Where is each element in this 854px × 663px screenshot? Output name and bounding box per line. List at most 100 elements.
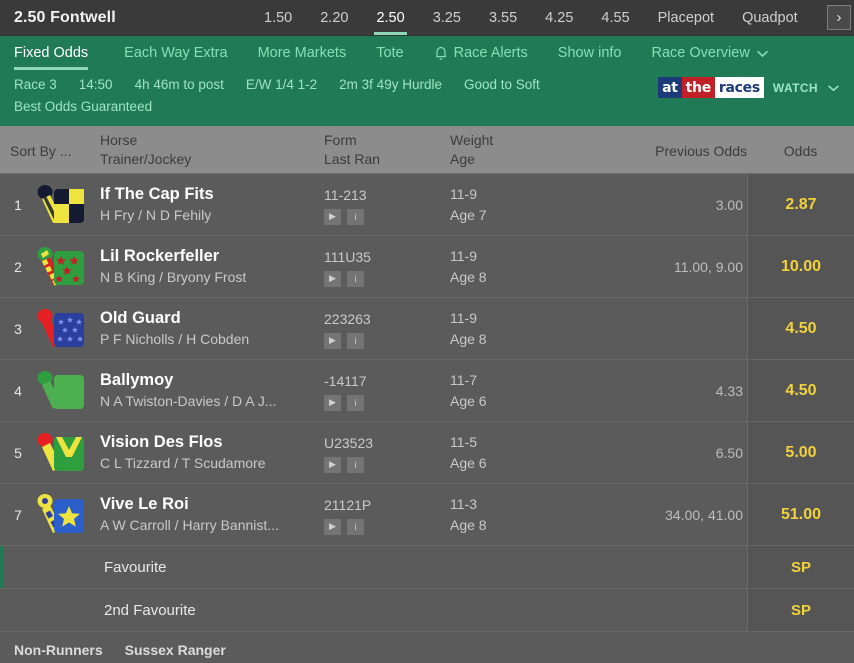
table-row[interactable]: 5 Vision Des Flos C L Tizzard / T Scudam… [0,422,854,484]
form-string: 111U35 [324,248,371,265]
horse-name[interactable]: Old Guard [100,308,324,329]
silk-icon [36,174,100,235]
nav-label-fixed-odds: Fixed Odds [14,45,89,61]
odds-button[interactable]: 10.00 [747,236,854,297]
video-icon[interactable]: ▶ [324,456,341,473]
runner-number: 2 [14,258,22,275]
watch-label[interactable]: WATCH [773,81,818,95]
column-header-sort-by[interactable]: Sort By ... [0,131,100,171]
nav-item-fixed-odds[interactable]: Fixed Odds [14,36,102,71]
trainer-jockey: P F Nicholls / H Cobden [100,331,250,347]
non-runner-name: Sussex Ranger [124,642,226,658]
info-icon[interactable]: i [347,332,364,349]
silk-icon [36,236,100,297]
weight-value: 11-9 [450,247,477,264]
chevron-down-icon[interactable] [827,81,840,95]
nav-label-race-alerts: Race Alerts [453,45,528,61]
nav-label-tote: Tote [376,45,404,61]
previous-odds: 11.00, 9.00 [673,258,743,275]
horse-name[interactable]: Ballymoy [100,370,324,391]
weight-value: 11-5 [450,433,477,450]
second-favourite-row[interactable]: 2nd Favourite SP [0,589,854,632]
previous-odds: 4.33 [715,382,743,399]
runner-number: 3 [14,320,22,337]
column-header-weight-line2: Age [450,151,475,167]
table-row[interactable]: 3 Old Guard P F Nicholls / H Cobden 2232… [0,298,854,360]
horse-name[interactable]: If The Cap Fits [100,184,324,205]
broadcaster-area[interactable]: at the races WATCH [658,77,840,98]
race-time-tab-2[interactable]: 2.20 [306,0,362,35]
form-cell: U23523 ▶ i [324,422,450,483]
weight-cell: 11-7 Age 6 [450,360,607,421]
form-string: 21121P [324,496,372,513]
horse-cell[interactable]: If The Cap Fits H Fry / N D Fehily [100,174,324,235]
nav-item-show-info[interactable]: Show info [558,36,636,70]
race-time-tab-5[interactable]: 3.55 [475,0,531,35]
race-time-tab-1[interactable]: 1.50 [250,0,306,35]
form-cell: 111U35 ▶ i [324,236,450,297]
nav-item-more-markets[interactable]: More Markets [258,36,361,70]
info-icon[interactable]: i [347,270,364,287]
odds-button[interactable]: 4.50 [747,298,854,359]
race-tab-placepot[interactable]: Placepot [644,0,728,35]
silk-icon [36,298,100,359]
video-icon[interactable]: ▶ [324,394,341,411]
video-icon[interactable]: ▶ [324,208,341,225]
info-icon[interactable]: i [347,208,364,225]
form-icons: ▶ i [324,332,450,349]
horse-cell[interactable]: Lil Rockerfeller N B King / Bryony Frost [100,236,324,297]
horse-name[interactable]: Lil Rockerfeller [100,246,324,267]
video-icon[interactable]: ▶ [324,270,341,287]
race-time: 14:50 [78,77,113,92]
race-tab-quadpot[interactable]: Quadpot [728,0,812,35]
table-row[interactable]: 1 If The Cap Fits H Fry / N D Fehily 11-… [0,174,854,236]
age-value: Age 8 [450,268,487,285]
odds-button[interactable]: 5.00 [747,422,854,483]
race-time-tab-4[interactable]: 3.25 [419,0,475,35]
favourite-odds-button[interactable]: SP [747,546,854,588]
form-cell: 21121P ▶ i [324,484,450,545]
weight-value: 11-3 [450,495,477,512]
market-nav-bar: Fixed Odds Each Way Extra More Markets T… [0,36,854,71]
table-row[interactable]: 2 Lil Rockerfeller N B King / Bryony Fro… [0,236,854,298]
horse-name[interactable]: Vive Le Roi [100,494,324,515]
odds-button[interactable]: 51.00 [747,484,854,545]
info-icon[interactable]: i [347,456,364,473]
nav-item-race-overview[interactable]: Race Overview [651,36,782,70]
race-card-page: 2.50 Fontwell 1.50 2.20 2.50 3.25 3.55 4… [0,0,854,663]
video-icon[interactable]: ▶ [324,332,341,349]
race-time-tab-6[interactable]: 4.25 [531,0,587,35]
chevron-right-icon[interactable]: › [827,5,851,30]
runner-number: 5 [14,444,22,461]
horse-name[interactable]: Vision Des Flos [100,432,324,453]
race-time-tab-3[interactable]: 2.50 [362,0,418,35]
table-row[interactable]: 7 Vive Le Roi A W Carroll / Harry Bannis… [0,484,854,546]
non-runners-bar: Non-Runners Sussex Ranger [0,632,854,658]
column-header-horse-line1: Horse [100,132,138,148]
logo-word-races: races [714,77,764,98]
column-header-weight-line1: Weight [450,132,494,148]
time-to-post: 4h 46m to post [134,77,224,92]
video-icon[interactable]: ▶ [324,518,341,535]
horse-cell[interactable]: Vision Des Flos C L Tizzard / T Scudamor… [100,422,324,483]
info-icon[interactable]: i [347,518,364,535]
odds-button[interactable]: 2.87 [747,174,854,235]
weight-cell: 11-3 Age 8 [450,484,607,545]
favourite-row[interactable]: Favourite SP [0,546,854,589]
form-cell: -14117 ▶ i [324,360,450,421]
runner-number: 1 [14,196,22,213]
race-time-tab-7[interactable]: 4.55 [587,0,643,35]
horse-cell[interactable]: Old Guard P F Nicholls / H Cobden [100,298,324,359]
horse-cell[interactable]: Ballymoy N A Twiston-Davies / D A J... [100,360,324,421]
nav-item-tote[interactable]: Tote [376,36,417,70]
info-icon[interactable]: i [347,394,364,411]
table-row[interactable]: 4 Ballymoy N A Twiston-Davies / D A J...… [0,360,854,422]
runner-number: 4 [14,382,22,399]
nav-item-race-alerts[interactable]: Race Alerts [434,36,542,70]
horse-cell[interactable]: Vive Le Roi A W Carroll / Harry Bannist.… [100,484,324,545]
second-favourite-odds-button[interactable]: SP [747,589,854,631]
nav-item-each-way-extra[interactable]: Each Way Extra [124,36,241,70]
odds-button[interactable]: 4.50 [747,360,854,421]
form-string: -14117 [324,372,367,389]
